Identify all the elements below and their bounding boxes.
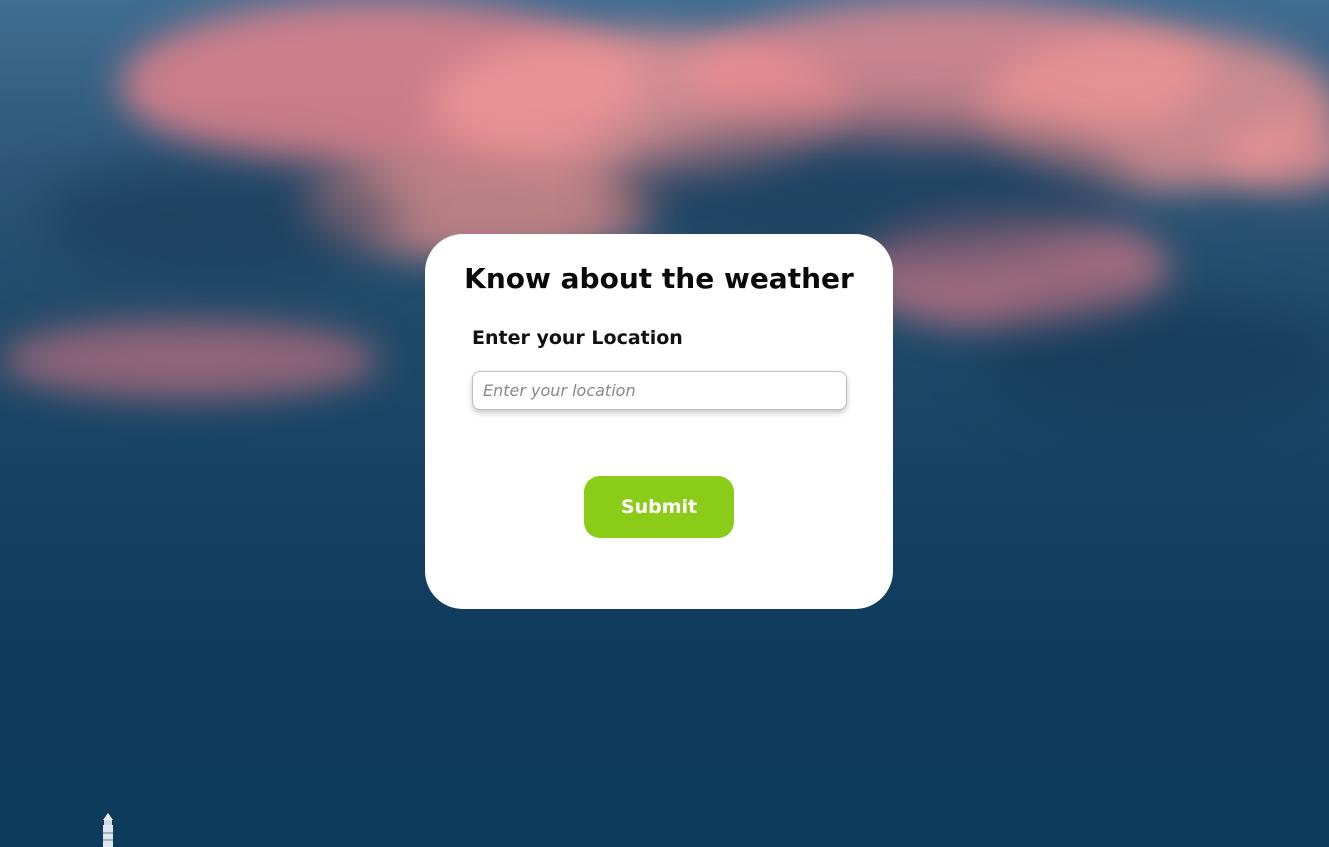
location-input[interactable] [472,371,847,410]
card-title: Know about the weather [464,262,854,295]
page-background: Know about the weather Enter your Locati… [0,0,1329,847]
submit-button[interactable]: Submit [584,476,734,538]
location-label: Enter your Location [472,327,683,349]
lighthouse-icon [103,813,113,847]
weather-form-card: Know about the weather Enter your Locati… [425,234,893,609]
